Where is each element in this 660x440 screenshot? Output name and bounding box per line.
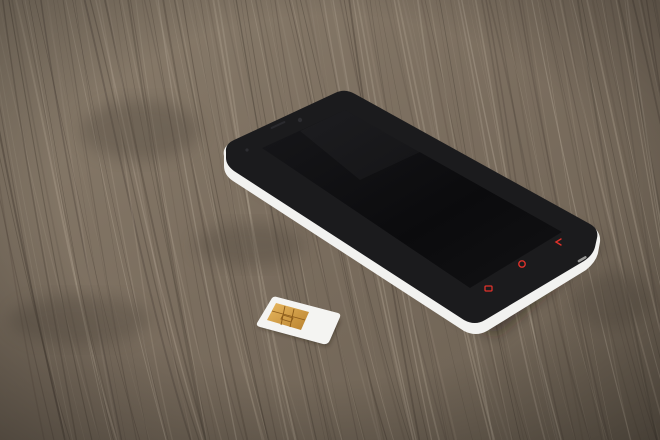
proximity-sensor-icon: [245, 148, 249, 152]
front-camera-icon: [297, 117, 303, 123]
photo-canvas: [0, 0, 660, 440]
photo-scene: [0, 0, 660, 440]
